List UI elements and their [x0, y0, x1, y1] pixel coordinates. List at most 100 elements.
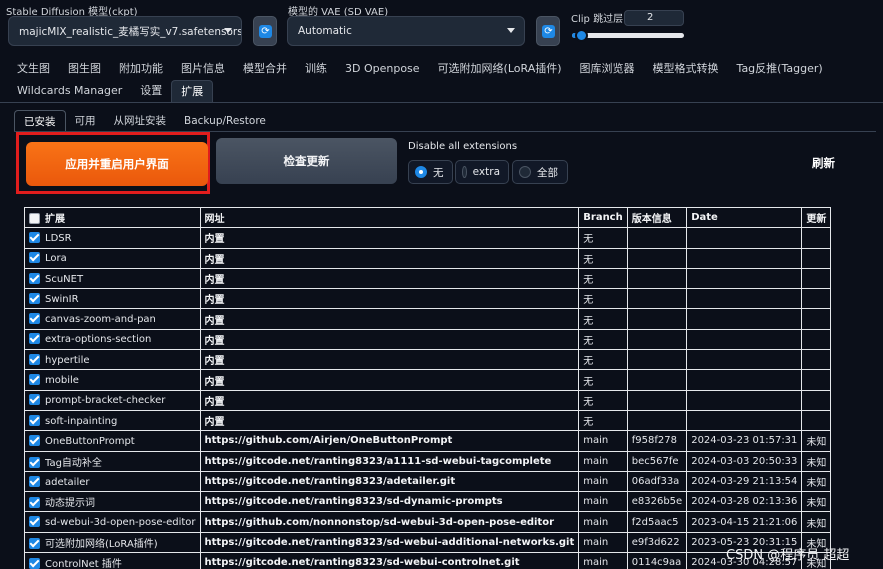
extension-name-cell: prompt-bracket-checker — [24, 389, 201, 411]
subtab-2[interactable]: 从网址安装 — [105, 110, 176, 132]
version-cell: 0114c9aa — [626, 552, 688, 569]
extension-enabled-checkbox[interactable] — [29, 456, 40, 468]
extension-enabled-checkbox[interactable] — [29, 537, 40, 549]
version-cell — [626, 389, 688, 411]
tab-9[interactable]: 模型格式转换 — [644, 58, 728, 80]
extension-name: SwinIR — [45, 293, 79, 305]
tab-8[interactable]: 图库浏览器 — [571, 58, 644, 80]
branch-cell: main — [578, 491, 628, 513]
tab-7[interactable]: 可选附加网络(LoRA插件) — [429, 58, 571, 80]
update-cell — [801, 308, 832, 330]
extension-enabled-checkbox[interactable] — [29, 516, 40, 528]
extension-enabled-checkbox[interactable] — [29, 252, 40, 264]
update-cell — [801, 288, 832, 310]
url-cell: 内置 — [199, 227, 580, 249]
branch-cell: main — [578, 531, 628, 554]
url-cell: 内置 — [199, 369, 580, 391]
date-cell: 2023-04-15 21:21:06 — [686, 511, 803, 533]
subtab-0[interactable]: 已安装 — [14, 110, 66, 132]
clip-number-input[interactable]: 2 — [624, 10, 684, 26]
date-cell — [686, 409, 803, 432]
extension-enabled-checkbox[interactable] — [29, 394, 40, 406]
version-cell — [626, 288, 688, 310]
ckpt-refresh-button[interactable]: ⟳ — [253, 16, 277, 46]
extension-enabled-checkbox[interactable] — [29, 272, 40, 284]
version-cell — [626, 308, 688, 330]
tab-3[interactable]: 图片信息 — [172, 58, 234, 80]
extension-enabled-checkbox[interactable] — [29, 333, 40, 345]
subtab-3[interactable]: Backup/Restore — [175, 110, 275, 132]
tab-11[interactable]: Wildcards Manager — [8, 80, 131, 102]
table-row: ControlNet 插件 https://gitcode.net/ranting… — [24, 552, 832, 569]
refresh-button[interactable]: 刷新 — [812, 155, 835, 171]
date-cell — [686, 328, 803, 351]
extension-name: Lora — [45, 253, 67, 265]
radio-extra[interactable]: extra — [455, 160, 509, 184]
branch-cell: main — [578, 430, 628, 452]
date-cell: 2024-03-28 02:13:36 — [686, 491, 803, 513]
url-cell: 内置 — [199, 389, 580, 411]
url-cell: https://gitcode.net/ranting8323/sd-webui… — [199, 552, 580, 569]
extension-enabled-checkbox[interactable] — [29, 313, 40, 325]
branch-cell: main — [578, 470, 628, 493]
refresh-icon: ⟳ — [542, 25, 555, 38]
extension-enabled-checkbox[interactable] — [29, 497, 40, 509]
radio-extra-label: extra — [472, 166, 500, 178]
radio-none[interactable]: 无 — [408, 160, 453, 184]
date-cell — [686, 349, 803, 371]
extension-enabled-checkbox[interactable] — [29, 292, 40, 304]
extension-enabled-checkbox[interactable] — [29, 475, 40, 487]
select-all-checkbox[interactable] — [29, 213, 40, 225]
subtab-1[interactable]: 可用 — [66, 110, 105, 132]
extension-name: adetailer — [45, 476, 90, 488]
extension-enabled-checkbox[interactable] — [29, 231, 40, 243]
table-row: sd-webui-3d-open-pose-editor https://gith… — [24, 511, 832, 533]
clip-slider[interactable] — [572, 29, 684, 42]
update-cell — [801, 227, 832, 249]
tab-0[interactable]: 文生图 — [8, 58, 59, 80]
url-cell: 内置 — [199, 349, 580, 371]
tab-12[interactable]: 设置 — [131, 80, 171, 102]
extension-name: ControlNet 插件 — [45, 559, 122, 569]
table-row: 可选附加网络(LoRA插件) https://gitcode.net/rantin… — [24, 531, 832, 554]
extension-name-cell: Lora — [24, 247, 201, 269]
extension-enabled-checkbox[interactable] — [29, 353, 40, 365]
extension-enabled-checkbox[interactable] — [29, 414, 40, 426]
tab-10[interactable]: Tag反推(Tagger) — [728, 58, 832, 80]
branch-cell: 无 — [578, 409, 628, 432]
url-cell: 内置 — [199, 288, 580, 310]
extension-enabled-checkbox[interactable] — [29, 558, 40, 569]
clip-slider-handle[interactable] — [574, 29, 588, 42]
extension-name-cell: mobile — [24, 369, 201, 391]
url-cell: 内置 — [199, 409, 580, 432]
header-extension-label: 扩展 — [45, 214, 65, 226]
table-row: Tag自动补全 https://gitcode.net/ranting8323/a… — [24, 450, 832, 472]
date-cell — [686, 288, 803, 310]
extension-enabled-checkbox[interactable] — [29, 374, 40, 386]
radio-all[interactable]: 全部 — [512, 160, 568, 184]
url-cell: https://gitcode.net/ranting8323/adetaile… — [199, 470, 580, 493]
update-cell: 未知 — [801, 511, 832, 533]
extension-enabled-checkbox[interactable] — [29, 434, 40, 446]
version-cell: e9f3d622 — [626, 531, 688, 554]
apply-restart-button[interactable]: 应用并重启用户界面 — [26, 142, 208, 186]
update-cell — [801, 369, 832, 391]
extension-name-cell: ControlNet 插件 — [24, 552, 201, 569]
tab-13[interactable]: 扩展 — [171, 80, 214, 102]
check-updates-button[interactable]: 检查更新 — [216, 138, 397, 184]
vae-select[interactable]: Automatic — [287, 16, 525, 46]
tab-2[interactable]: 附加功能 — [110, 58, 172, 80]
tab-1[interactable]: 图生图 — [59, 58, 110, 80]
vae-refresh-button[interactable]: ⟳ — [536, 16, 560, 46]
extension-name-cell: ScuNET — [24, 267, 201, 290]
tab-4[interactable]: 模型合并 — [234, 58, 296, 80]
table-row: prompt-bracket-checker 内置无 — [24, 389, 832, 411]
radio-dot — [462, 166, 467, 178]
tab-5[interactable]: 训练 — [296, 58, 336, 80]
clip-label: Clip 跳过层 — [571, 14, 624, 25]
update-cell — [801, 389, 832, 411]
url-cell: 内置 — [199, 247, 580, 269]
ckpt-select[interactable]: majicMIX_realistic_麦橘写实_v7.safetensors [… — [8, 16, 242, 46]
tab-6[interactable]: 3D Openpose — [336, 58, 429, 80]
version-cell — [626, 369, 688, 391]
